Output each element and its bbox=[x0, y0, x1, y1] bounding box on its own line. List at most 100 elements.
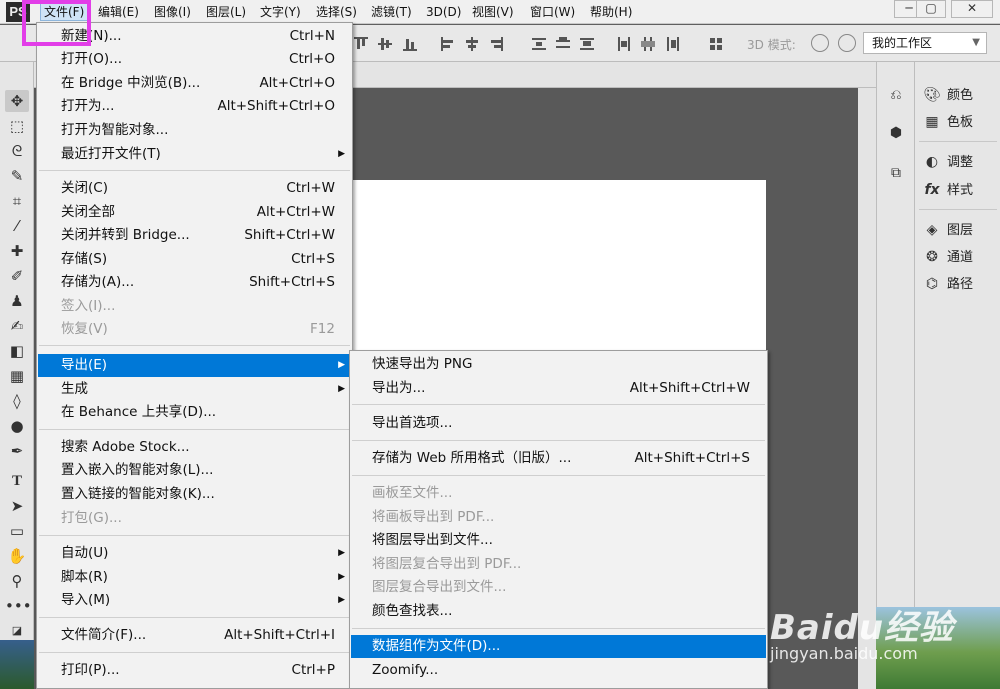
panel-color[interactable]: 🎨︎ 颜色 bbox=[921, 83, 973, 107]
pen-tool-icon[interactable]: ✒ bbox=[5, 440, 29, 462]
menu-filter[interactable]: 滤镜(T) bbox=[368, 3, 415, 21]
menu-item-shortcut: Shift+Ctrl+W bbox=[244, 227, 335, 243]
menu-item-place-embedded[interactable]: 置入嵌入的智能对象(L)... bbox=[38, 459, 351, 482]
menu-view[interactable]: 视图(V) bbox=[469, 3, 517, 21]
menu-item-open[interactable]: 打开(O)... Ctrl+O bbox=[38, 48, 351, 71]
distribute-hcenter-icon[interactable] bbox=[641, 37, 655, 51]
gradient-tool-icon[interactable]: ▦ bbox=[5, 365, 29, 387]
path-select-tool-icon[interactable]: ➤ bbox=[5, 495, 29, 517]
menu-item-print[interactable]: 打印(P)... Ctrl+P bbox=[38, 659, 351, 682]
3d-orbit-icon[interactable] bbox=[811, 34, 829, 52]
distribute-vcenter-icon[interactable] bbox=[556, 37, 570, 51]
hand-tool-icon[interactable]: ✋ bbox=[5, 545, 29, 567]
distribute-top-icon[interactable] bbox=[532, 37, 546, 51]
panel-styles[interactable]: fx 样式 bbox=[921, 178, 973, 202]
menu-item-zoomify[interactable]: Zoomify... bbox=[351, 659, 766, 682]
menu-item-close[interactable]: 关闭(C) Ctrl+W bbox=[38, 177, 351, 200]
zoom-tool-icon[interactable]: ⚲ bbox=[5, 570, 29, 592]
crop-tool-icon[interactable]: ⌗ bbox=[5, 190, 29, 212]
menu-item-open-as[interactable]: 打开为... Alt+Shift+Ctrl+O bbox=[38, 95, 351, 118]
properties-panel-icon[interactable]: ⧉ bbox=[885, 162, 907, 184]
healing-brush-tool-icon[interactable]: ✚ bbox=[5, 240, 29, 262]
canvas-scrollbar[interactable] bbox=[858, 88, 876, 689]
maximize-button[interactable]: ▢ bbox=[916, 0, 946, 18]
menu-item-close-go-bridge[interactable]: 关闭并转到 Bridge... Shift+Ctrl+W bbox=[38, 224, 351, 247]
menu-item-generate[interactable]: 生成 ▶ bbox=[38, 378, 351, 401]
menu-item-save-as[interactable]: 存储为(A)... Shift+Ctrl+S bbox=[38, 271, 351, 294]
menu-item-close-all[interactable]: 关闭全部 Alt+Ctrl+W bbox=[38, 201, 351, 224]
menu-item-export[interactable]: 导出(E) ▶ bbox=[38, 354, 351, 377]
menu-item-automate[interactable]: 自动(U) ▶ bbox=[38, 542, 351, 565]
3d-roll-icon[interactable] bbox=[838, 34, 856, 52]
lasso-tool-icon[interactable]: ᘓ bbox=[5, 140, 29, 162]
menu-edit[interactable]: 编辑(E) bbox=[95, 3, 142, 21]
clone-stamp-tool-icon[interactable]: ♟ bbox=[5, 290, 29, 312]
panel-channels[interactable]: ❂ 通道 bbox=[921, 245, 973, 269]
layers-icon: ◈ bbox=[926, 222, 938, 238]
align-bottom-icon[interactable] bbox=[403, 37, 417, 51]
history-panel-icon[interactable]: ⎌ bbox=[885, 84, 907, 106]
align-right-icon[interactable] bbox=[489, 37, 503, 51]
move-tool-icon[interactable]: ✥ bbox=[5, 90, 29, 112]
menu-item-label: 置入链接的智能对象(K)... bbox=[61, 486, 215, 502]
align-left-icon[interactable] bbox=[441, 37, 455, 51]
eraser-tool-icon[interactable]: ◧ bbox=[5, 340, 29, 362]
align-hcenter-icon[interactable] bbox=[465, 37, 479, 51]
menu-3d[interactable]: 3D(D) bbox=[423, 3, 464, 21]
panel-adjustments[interactable]: ◐ 调整 bbox=[921, 150, 973, 174]
menu-help[interactable]: 帮助(H) bbox=[587, 3, 635, 21]
distribute-bottom-icon[interactable] bbox=[580, 37, 594, 51]
panel-swatches[interactable]: ▦ 色板 bbox=[921, 110, 973, 134]
menu-item-file-info[interactable]: 文件简介(F)... Alt+Shift+Ctrl+I bbox=[38, 624, 351, 647]
distribute-left-icon[interactable] bbox=[617, 37, 631, 51]
menu-item-export-as[interactable]: 导出为... Alt+Shift+Ctrl+W bbox=[351, 377, 766, 400]
align-vcenter-icon[interactable] bbox=[378, 37, 392, 51]
blur-tool-icon[interactable]: ◊ bbox=[5, 390, 29, 412]
menu-item-import[interactable]: 导入(M) ▶ bbox=[38, 589, 351, 612]
menu-item-share-behance[interactable]: 在 Behance 上共享(D)... bbox=[38, 401, 351, 424]
menu-item-place-linked[interactable]: 置入链接的智能对象(K)... bbox=[38, 483, 351, 506]
quick-select-tool-icon[interactable]: ✎ bbox=[5, 165, 29, 187]
menu-item-export-preferences[interactable]: 导出首选项... bbox=[351, 412, 766, 435]
menu-item-label: 关闭并转到 Bridge... bbox=[61, 227, 190, 243]
eyedropper-tool-icon[interactable]: ⁄ bbox=[5, 215, 29, 237]
panel-layers[interactable]: ◈ 图层 bbox=[921, 218, 973, 242]
panel-color-label: 颜色 bbox=[947, 88, 974, 103]
panel-paths[interactable]: ⌬ 路径 bbox=[921, 272, 973, 296]
menu-item-quick-export-png[interactable]: 快速导出为 PNG bbox=[351, 353, 766, 376]
3d-panel-icon[interactable]: ⬢ bbox=[885, 122, 907, 144]
distribute-right-icon[interactable] bbox=[666, 37, 680, 51]
menu-item-open-smart-object[interactable]: 打开为智能对象... bbox=[38, 119, 351, 142]
type-tool-icon[interactable]: T bbox=[5, 470, 29, 492]
menu-item-recent-files[interactable]: 最近打开文件(T) ▶ bbox=[38, 143, 351, 166]
menu-item-search-stock[interactable]: 搜索 Adobe Stock... bbox=[38, 436, 351, 459]
color-swatch-icon[interactable]: ◪ bbox=[5, 620, 29, 642]
menu-item-scripts[interactable]: 脚本(R) ▶ bbox=[38, 566, 351, 589]
shape-tool-icon[interactable]: ▭ bbox=[5, 520, 29, 542]
menu-window[interactable]: 窗口(W) bbox=[527, 3, 578, 21]
file-menu: 新建(N)... Ctrl+N 打开(O)... Ctrl+O 在 Bridge 中… bbox=[36, 22, 353, 689]
more-tools-icon[interactable]: ••• bbox=[5, 595, 32, 617]
marquee-tool-icon[interactable]: ⬚ bbox=[5, 115, 29, 137]
brush-tool-icon[interactable]: ✐ bbox=[5, 265, 29, 287]
menu-type[interactable]: 文字(Y) bbox=[257, 3, 304, 21]
menu-select[interactable]: 选择(S) bbox=[313, 3, 360, 21]
menu-item-label: 最近打开文件(T) bbox=[61, 146, 161, 162]
align-top-icon[interactable] bbox=[354, 37, 368, 51]
history-brush-tool-icon[interactable]: ✍ bbox=[5, 315, 29, 337]
menu-item-browse-bridge[interactable]: 在 Bridge 中浏览(B)... Alt+Ctrl+O bbox=[38, 72, 351, 95]
menu-item-label: 存储(S) bbox=[61, 251, 108, 267]
menu-separator bbox=[352, 475, 765, 476]
menu-layer[interactable]: 图层(L) bbox=[203, 3, 249, 21]
menu-item-data-sets-as-files[interactable]: 数据组作为文件(D)... bbox=[351, 635, 766, 658]
menu-item-save-for-web[interactable]: 存储为 Web 所用格式（旧版）... Alt+Shift+Ctrl+S bbox=[351, 447, 766, 470]
menu-item-save[interactable]: 存储(S) Ctrl+S bbox=[38, 248, 351, 271]
menu-item-label: Zoomify... bbox=[372, 662, 439, 678]
menu-item-color-lookup[interactable]: 颜色查找表... bbox=[351, 600, 766, 623]
dodge-tool-icon[interactable]: ● bbox=[5, 415, 29, 437]
menu-image[interactable]: 图像(I) bbox=[151, 3, 194, 21]
auto-align-icon[interactable] bbox=[709, 37, 723, 51]
menu-item-layers-to-files[interactable]: 将图层导出到文件... bbox=[351, 529, 766, 552]
workspace-select[interactable]: 我的工作区 ▼ bbox=[863, 32, 987, 54]
close-window-button[interactable]: ✕ bbox=[951, 0, 993, 18]
